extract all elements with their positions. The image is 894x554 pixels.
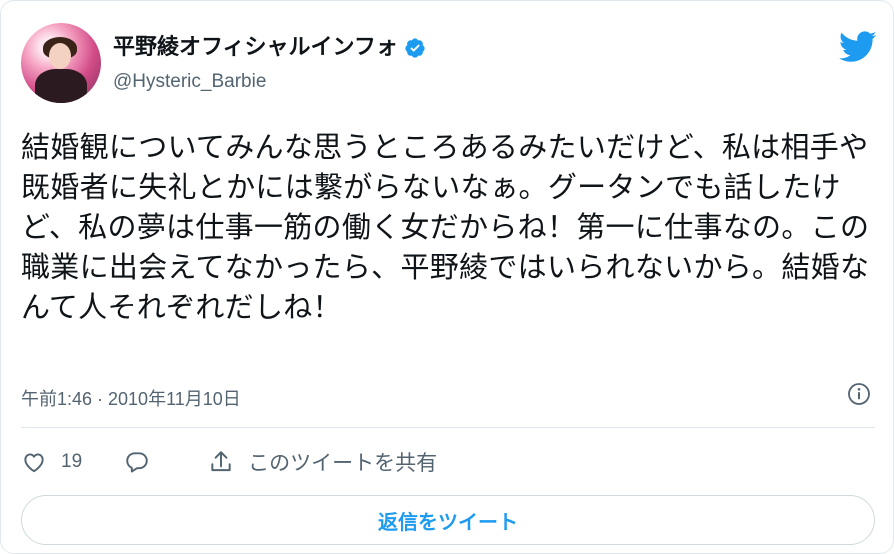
avatar[interactable] [21, 23, 101, 103]
reply-tweet-label: 返信をツイート [378, 509, 518, 534]
share-button[interactable]: このツイートを共有 [208, 447, 437, 477]
twitter-bird-icon[interactable] [839, 31, 877, 63]
like-button[interactable]: 19 [21, 449, 82, 475]
reply-bubble-icon [126, 452, 148, 473]
avatar-face [49, 43, 71, 69]
share-icon [211, 451, 231, 472]
action-bar: 19 このツイートを共有 [21, 447, 437, 477]
divider [21, 427, 875, 428]
heart-icon [24, 453, 44, 473]
verified-badge-icon [405, 38, 425, 58]
reply-action-button[interactable] [124, 449, 150, 475]
author-display-name[interactable]: 平野綾オフィシャルインフォ [113, 35, 398, 61]
share-label: このツイートを共有 [248, 451, 438, 475]
author-handle[interactable]: @Hysteric_Barbie [113, 71, 266, 93]
tweet-timestamp[interactable]: 午前1:46 · 2010年11月10日 [21, 385, 241, 411]
avatar-body [35, 69, 87, 103]
tweet-text: 結婚観についてみんな思うところあるみたいだけど、私は相手や既婚者に失礼とかには繋… [21, 130, 870, 324]
reply-tweet-button[interactable]: 返信をツイート [21, 495, 875, 545]
info-icon[interactable] [847, 382, 871, 406]
tweet-card: 平野綾オフィシャルインフォ @Hysteric_Barbie 結婚観についてみん… [0, 0, 894, 554]
author-name-row[interactable]: 平野綾オフィシャルインフォ [113, 35, 426, 61]
like-count: 19 [61, 451, 83, 472]
